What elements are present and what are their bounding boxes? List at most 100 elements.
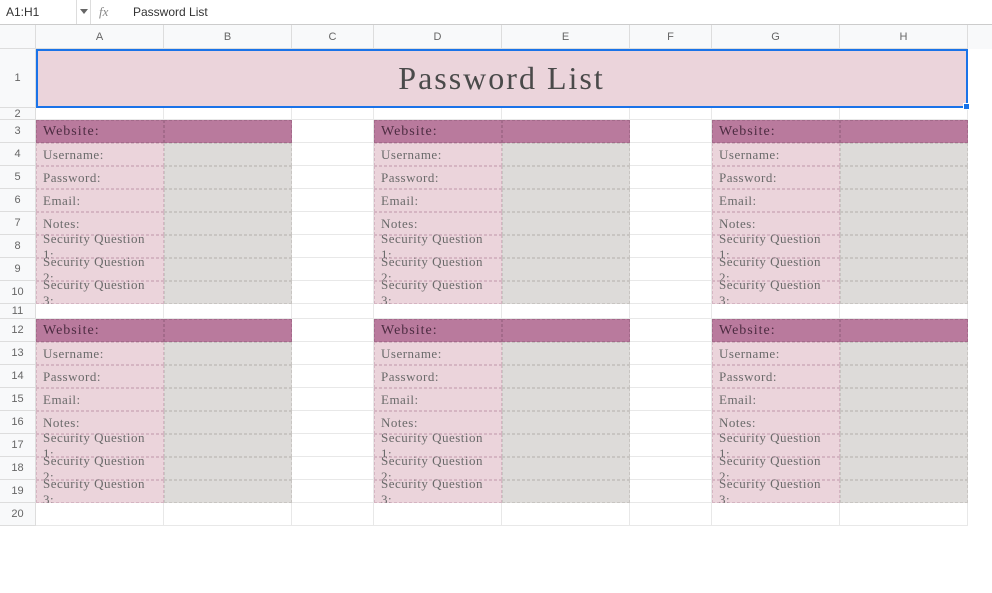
- col-header-D[interactable]: D: [374, 25, 502, 49]
- cell[interactable]: [374, 503, 502, 526]
- card4-password-value[interactable]: [164, 365, 292, 388]
- card2-email-label[interactable]: Email:: [374, 189, 502, 212]
- card1-sq3-value[interactable]: [164, 281, 292, 304]
- card5-sq2-value[interactable]: [502, 457, 630, 480]
- cell[interactable]: [630, 365, 712, 388]
- card5-website-value[interactable]: [502, 319, 630, 342]
- cell[interactable]: [292, 212, 374, 235]
- cell[interactable]: [292, 342, 374, 365]
- row-header-11[interactable]: 11: [0, 304, 36, 319]
- cell[interactable]: [712, 304, 840, 319]
- card2-password-label[interactable]: Password:: [374, 166, 502, 189]
- cell[interactable]: [36, 304, 164, 319]
- cell[interactable]: [502, 108, 630, 120]
- cell[interactable]: [292, 281, 374, 304]
- card6-sq1-value[interactable]: [840, 434, 968, 457]
- cell[interactable]: [630, 108, 712, 120]
- card2-email-value[interactable]: [502, 189, 630, 212]
- cell[interactable]: [630, 212, 712, 235]
- row-header-9[interactable]: 9: [0, 258, 36, 281]
- card2-username-value[interactable]: [502, 143, 630, 166]
- cell[interactable]: [164, 304, 292, 319]
- card6-password-value[interactable]: [840, 365, 968, 388]
- card5-email-label[interactable]: Email:: [374, 388, 502, 411]
- cell[interactable]: [630, 411, 712, 434]
- cell[interactable]: [630, 258, 712, 281]
- cell[interactable]: [840, 108, 968, 120]
- card3-notes-value[interactable]: [840, 212, 968, 235]
- card6-website-label[interactable]: Website:: [712, 319, 840, 342]
- cell[interactable]: [630, 166, 712, 189]
- card3-username-label[interactable]: Username:: [712, 143, 840, 166]
- card2-website-label[interactable]: Website:: [374, 120, 502, 143]
- card2-sq2-value[interactable]: [502, 258, 630, 281]
- cell[interactable]: [292, 189, 374, 212]
- card2-notes-value[interactable]: [502, 212, 630, 235]
- card3-website-value[interactable]: [840, 120, 968, 143]
- card1-username-value[interactable]: [164, 143, 292, 166]
- card3-password-label[interactable]: Password:: [712, 166, 840, 189]
- col-header-C[interactable]: C: [292, 25, 374, 49]
- card1-password-label[interactable]: Password:: [36, 166, 164, 189]
- card2-sq3-label[interactable]: Security Question 3:: [374, 281, 502, 304]
- cell[interactable]: [630, 434, 712, 457]
- card3-website-label[interactable]: Website:: [712, 120, 840, 143]
- card4-website-value[interactable]: [164, 319, 292, 342]
- card1-sq2-value[interactable]: [164, 258, 292, 281]
- card5-username-label[interactable]: Username:: [374, 342, 502, 365]
- card5-sq3-value[interactable]: [502, 480, 630, 503]
- cell[interactable]: [36, 503, 164, 526]
- cell[interactable]: [630, 388, 712, 411]
- card6-username-value[interactable]: [840, 342, 968, 365]
- col-header-B[interactable]: B: [164, 25, 292, 49]
- cell[interactable]: [630, 120, 712, 143]
- card2-sq3-value[interactable]: [502, 281, 630, 304]
- card4-email-label[interactable]: Email:: [36, 388, 164, 411]
- select-all-corner[interactable]: [0, 25, 36, 49]
- card4-username-label[interactable]: Username:: [36, 342, 164, 365]
- col-header-F[interactable]: F: [630, 25, 712, 49]
- cell[interactable]: [292, 108, 374, 120]
- cell[interactable]: [630, 319, 712, 342]
- card1-sq3-label[interactable]: Security Question 3:: [36, 281, 164, 304]
- cell[interactable]: [292, 411, 374, 434]
- cell[interactable]: [164, 108, 292, 120]
- card6-sq3-value[interactable]: [840, 480, 968, 503]
- row-header-13[interactable]: 13: [0, 342, 36, 365]
- card1-password-value[interactable]: [164, 166, 292, 189]
- card1-email-value[interactable]: [164, 189, 292, 212]
- card1-notes-value[interactable]: [164, 212, 292, 235]
- card5-password-value[interactable]: [502, 365, 630, 388]
- card3-sq3-value[interactable]: [840, 281, 968, 304]
- cell[interactable]: [292, 166, 374, 189]
- col-header-G[interactable]: G: [712, 25, 840, 49]
- cell[interactable]: [630, 235, 712, 258]
- row-header-6[interactable]: 6: [0, 189, 36, 212]
- cell[interactable]: [712, 108, 840, 120]
- card1-website-label[interactable]: Website:: [36, 120, 164, 143]
- cell[interactable]: [630, 457, 712, 480]
- card4-username-value[interactable]: [164, 342, 292, 365]
- card3-sq2-value[interactable]: [840, 258, 968, 281]
- card3-sq1-value[interactable]: [840, 235, 968, 258]
- card5-email-value[interactable]: [502, 388, 630, 411]
- card1-email-label[interactable]: Email:: [36, 189, 164, 212]
- row-header-18[interactable]: 18: [0, 457, 36, 480]
- cell[interactable]: [292, 480, 374, 503]
- card3-password-value[interactable]: [840, 166, 968, 189]
- card1-sq1-value[interactable]: [164, 235, 292, 258]
- card5-password-label[interactable]: Password:: [374, 365, 502, 388]
- card5-username-value[interactable]: [502, 342, 630, 365]
- card6-sq2-value[interactable]: [840, 457, 968, 480]
- cell[interactable]: [292, 434, 374, 457]
- card4-email-value[interactable]: [164, 388, 292, 411]
- name-box-dropdown[interactable]: [77, 0, 91, 24]
- card4-sq3-label[interactable]: Security Question 3:: [36, 480, 164, 503]
- card6-website-value[interactable]: [840, 319, 968, 342]
- col-header-E[interactable]: E: [502, 25, 630, 49]
- card6-password-label[interactable]: Password:: [712, 365, 840, 388]
- cell[interactable]: [292, 388, 374, 411]
- card6-username-label[interactable]: Username:: [712, 342, 840, 365]
- cell[interactable]: [292, 304, 374, 319]
- cell[interactable]: [502, 503, 630, 526]
